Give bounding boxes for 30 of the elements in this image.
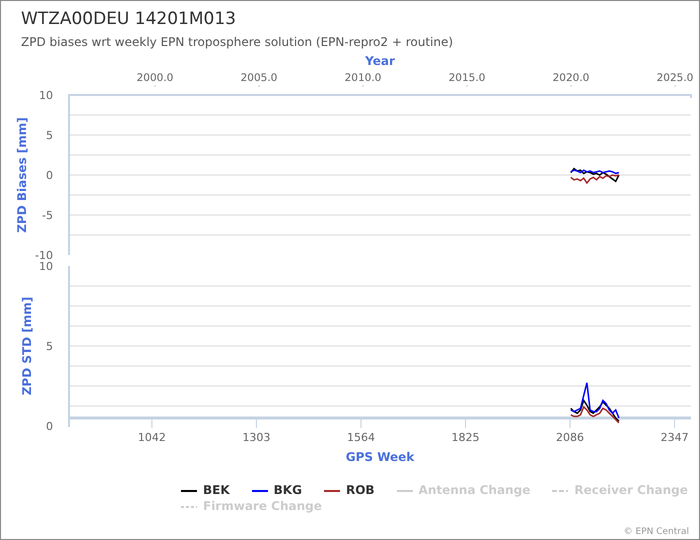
tick-label: 2025.0 <box>656 72 694 84</box>
tick-label: 10 <box>39 260 53 273</box>
chart-title: WTZA00DEU 14201M013 <box>21 9 237 29</box>
tick-label: 2010.0 <box>344 72 382 84</box>
tick-label: 1564 <box>346 431 375 444</box>
tick-label: 1042 <box>138 431 166 444</box>
legend-item[interactable]: ROB <box>324 483 375 498</box>
tick-label: 2015.0 <box>448 72 486 84</box>
chart-subtitle: ZPD biases wrt weekly EPN troposphere solution (EPN-repro2 + routine) <box>21 35 454 50</box>
tick-label: 2020.0 <box>552 72 590 84</box>
tick-label: 2086 <box>556 431 584 444</box>
axis-title: Year <box>365 54 395 68</box>
axis-title: GPS Week <box>346 450 414 464</box>
credit-text: © EPN Central <box>624 527 689 537</box>
legend-item[interactable]: BEK <box>181 483 230 498</box>
tick-label: 1825 <box>452 431 480 444</box>
tick-label: 0 <box>46 169 53 182</box>
tick-label: 0 <box>46 420 53 433</box>
tick-label: 2000.0 <box>136 72 174 84</box>
tick-label: 2347 <box>660 431 689 444</box>
tick-label: 2005.0 <box>240 72 278 84</box>
tick-label: -5 <box>42 209 53 222</box>
tick-label: 5 <box>46 340 53 353</box>
axis-title: ZPD Biases [mm] <box>15 117 29 233</box>
axis-title: ZPD STD [mm] <box>20 296 34 396</box>
tick-label: 5 <box>46 129 53 142</box>
legend-item[interactable]: BKG <box>252 483 302 498</box>
tick-label: 1303 <box>242 431 270 444</box>
tick-label: -10 <box>35 249 53 259</box>
tick-label: 10 <box>39 89 53 102</box>
